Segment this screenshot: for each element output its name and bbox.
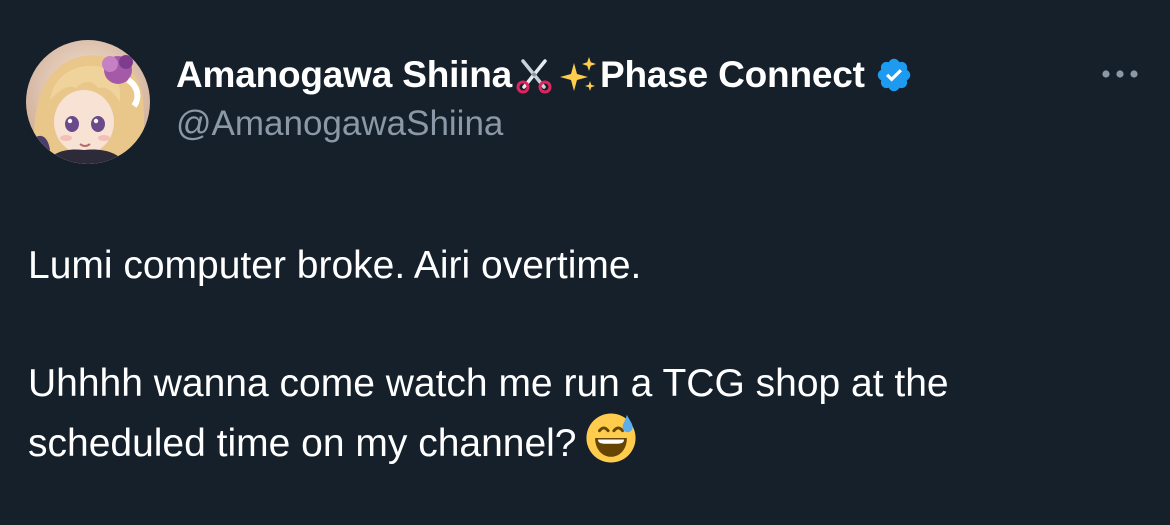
avatar[interactable]: [26, 40, 150, 164]
verified-badge-icon[interactable]: [875, 56, 913, 94]
tweet-text-line-1: Lumi computer broke. Airi overtime.: [28, 244, 642, 287]
sparkles-icon: [557, 54, 599, 96]
scissors-icon: [513, 54, 555, 96]
grinning-face-with-sweat-icon: [585, 412, 637, 464]
tweet-text-paragraph-2: Uhhhh wanna come watch me run a TCG shop…: [28, 362, 949, 465]
author-display-name[interactable]: Amanogawa Shiina: [176, 54, 512, 96]
author-handle[interactable]: @AmanogawaShiina: [176, 102, 1020, 146]
tweet-card[interactable]: Amanogawa Shiina Phase Connect @Amanogaw…: [0, 0, 1170, 525]
author-name-suffix[interactable]: Phase Connect: [600, 54, 865, 96]
tweet-header: Amanogawa Shiina Phase Connect @Amanogaw…: [176, 48, 1020, 146]
avatar-image-icon: [26, 40, 150, 164]
author-name-row: Amanogawa Shiina Phase Connect: [176, 48, 1020, 102]
more-options-icon[interactable]: [1098, 60, 1142, 88]
tweet-text: Lumi computer broke. Airi overtime. Uhhh…: [28, 238, 1110, 472]
tweet-text-line-2: Uhhhh wanna come watch me run a TCG shop…: [28, 356, 1110, 472]
